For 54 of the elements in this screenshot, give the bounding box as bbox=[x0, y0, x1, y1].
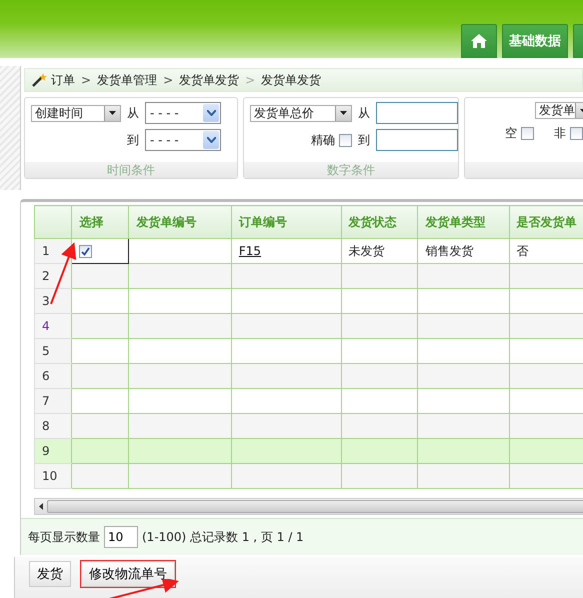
row-number: 9 bbox=[34, 438, 72, 464]
row-checkbox[interactable] bbox=[79, 245, 92, 258]
row-number: 10 bbox=[34, 464, 72, 488]
select-field[interactable]: 发货单 bbox=[535, 102, 583, 119]
action-button[interactable]: 修改物流单号 bbox=[81, 561, 175, 587]
scroll-left-icon[interactable] bbox=[39, 503, 43, 510]
field-label: 从 bbox=[127, 104, 139, 122]
select-field[interactable]: 创建时间 bbox=[31, 104, 121, 122]
row-number: 3 bbox=[34, 288, 72, 314]
exact-checkbox[interactable] bbox=[339, 134, 352, 146]
panel-caption: 数字条件 bbox=[244, 162, 458, 178]
breadcrumb-link[interactable]: 发货单发货 bbox=[261, 72, 322, 88]
field-label: 从 bbox=[358, 104, 370, 122]
field-label: 精确 bbox=[311, 132, 335, 148]
order-link[interactable]: F15 bbox=[238, 244, 262, 258]
row-number: 8 bbox=[34, 414, 72, 438]
panel-caption: 时间条件 bbox=[25, 162, 237, 178]
breadcrumb-separator: > bbox=[245, 73, 256, 87]
row-number: 7 bbox=[34, 388, 72, 414]
input-field[interactable] bbox=[376, 102, 458, 124]
dropdown-arrow-icon bbox=[340, 111, 347, 115]
record-count: (1-100) 总记录数 1 , 页 1 / 1 bbox=[142, 528, 304, 546]
table-cell: 未发货 bbox=[348, 244, 385, 258]
magic-wand-icon bbox=[31, 72, 47, 88]
horizontal-scrollbar[interactable] bbox=[34, 498, 583, 515]
field-label: 非 bbox=[554, 125, 566, 142]
row-number: 5 bbox=[34, 338, 72, 364]
action-button[interactable]: 发货 bbox=[29, 561, 71, 587]
input-field[interactable] bbox=[376, 129, 458, 151]
breadcrumb-link[interactable]: 订单 bbox=[51, 72, 75, 88]
breadcrumb-link[interactable]: 发货单管理 bbox=[97, 72, 158, 88]
home-icon bbox=[471, 34, 487, 48]
select-field[interactable]: - - - - bbox=[145, 129, 221, 151]
breadcrumb-separator: > bbox=[81, 73, 92, 87]
field-label: 到 bbox=[358, 132, 370, 148]
breadcrumb-link[interactable]: 发货单发货 bbox=[179, 72, 240, 88]
row-number: 2 bbox=[34, 264, 72, 288]
home-button[interactable] bbox=[461, 24, 497, 58]
table-cell: 销售发货 bbox=[425, 244, 474, 258]
row-number: 6 bbox=[34, 364, 72, 388]
chevron-down-icon bbox=[206, 110, 216, 116]
select-field[interactable]: 发货单总价 bbox=[250, 104, 352, 122]
not-empty-checkbox[interactable] bbox=[570, 127, 583, 140]
field-label: 空 bbox=[505, 125, 517, 142]
row-number: 4 bbox=[34, 314, 72, 338]
select-field[interactable]: - - - - bbox=[145, 102, 221, 124]
field-label: 到 bbox=[127, 132, 139, 148]
page-size-field[interactable]: 10 bbox=[104, 526, 138, 548]
breadcrumb-separator: > bbox=[163, 73, 174, 87]
table-cell: 否 bbox=[516, 244, 529, 258]
empty-checkbox[interactable] bbox=[521, 127, 534, 140]
chevron-down-icon bbox=[206, 137, 216, 143]
page-size-label: 每页显示数量 bbox=[28, 528, 100, 546]
dropdown-arrow-icon bbox=[109, 111, 116, 115]
